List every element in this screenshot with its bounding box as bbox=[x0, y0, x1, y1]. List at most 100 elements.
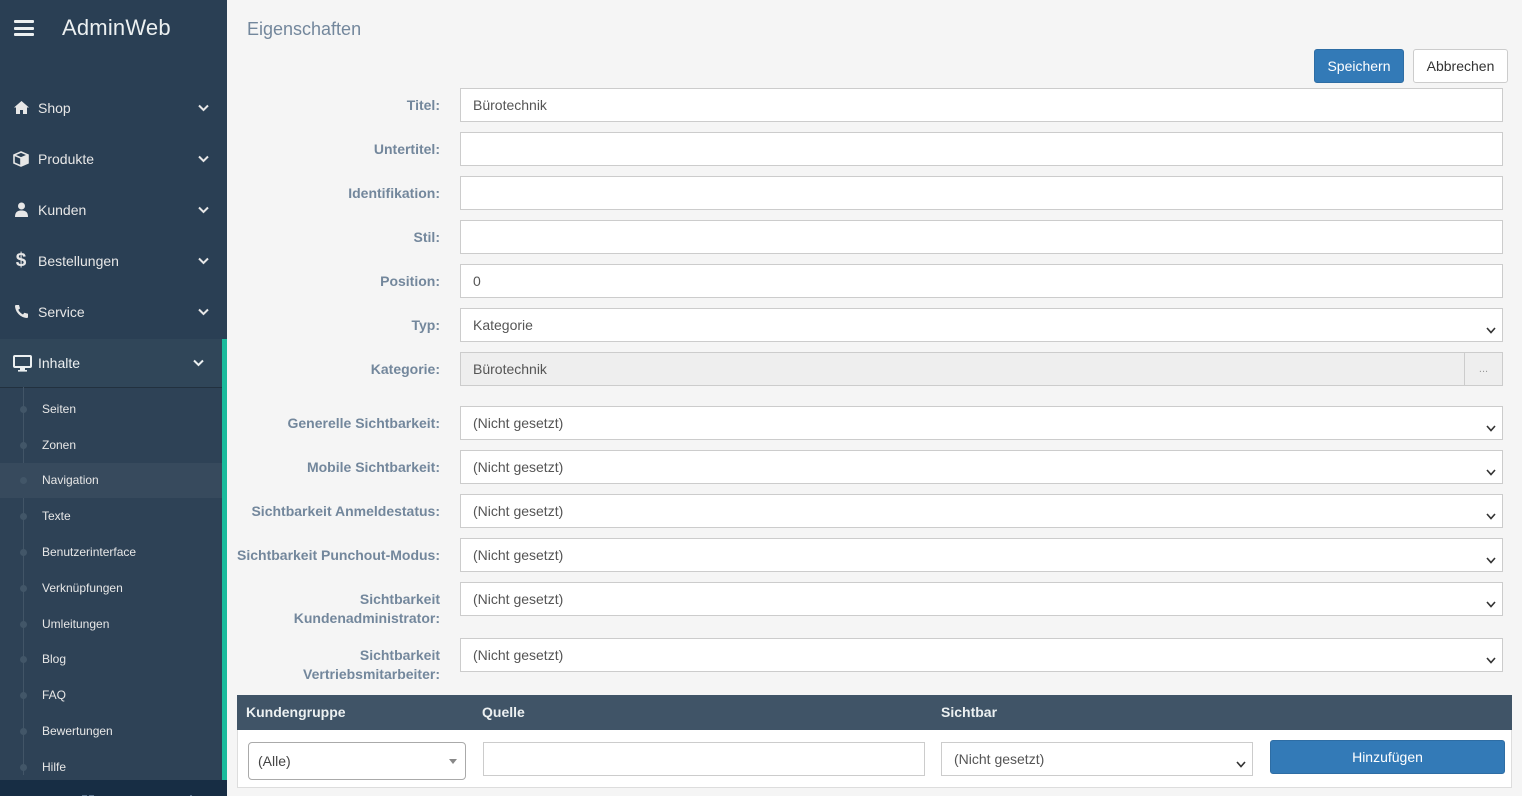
submenu-inhalte: Seiten Zonen Navigation Texte Benutzerin… bbox=[0, 387, 222, 785]
kundenadmin-label: Sichtbarkeit Kundenadministrator: bbox=[294, 590, 440, 628]
chevron-down-icon bbox=[1486, 419, 1496, 435]
app-title: AdminWeb bbox=[62, 15, 171, 40]
kundengruppe-value: (Alle) bbox=[258, 753, 291, 769]
kategorie-input: Bürotechnik bbox=[460, 352, 1465, 386]
sidebar-item-kunden[interactable]: Kunden bbox=[0, 184, 227, 235]
identifikation-input[interactable] bbox=[460, 176, 1503, 210]
kundenadmin-label-line2: Kundenadministrator: bbox=[293, 610, 440, 626]
sidebar-subitem-zonen[interactable]: Zonen bbox=[0, 427, 222, 463]
quelle-input[interactable] bbox=[483, 742, 925, 776]
page-title: Eigenschaften bbox=[247, 19, 362, 39]
chevron-down-icon bbox=[197, 206, 209, 214]
sidebar-item-label: Service bbox=[38, 303, 85, 320]
chevron-down-icon bbox=[1486, 651, 1496, 667]
chevron-down-icon bbox=[1236, 755, 1246, 771]
sidebar-item-label: Inhalte bbox=[38, 355, 81, 371]
hamburger-menu-icon[interactable] bbox=[14, 20, 34, 36]
mobile-sichtbarkeit-label: Mobile Sichtbarkeit: bbox=[306, 459, 440, 475]
sidebar-item-shop[interactable]: Shop bbox=[0, 82, 227, 133]
sidebar-item-bestellungen[interactable]: $ Bestellungen bbox=[0, 235, 227, 286]
position-value: 0 bbox=[473, 273, 481, 289]
titel-label: Titel: bbox=[406, 97, 440, 113]
untertitel-input[interactable] bbox=[460, 132, 1503, 166]
punchout-value: (Nicht gesetzt) bbox=[473, 547, 564, 563]
sidebar-subitem-verknuepfungen[interactable]: Verknüpfungen bbox=[0, 570, 222, 606]
sidebar-menu: Shop Produkte Kunden $ Bestellungen Serv… bbox=[0, 82, 227, 337]
chevron-down-icon bbox=[1486, 595, 1496, 611]
phone-icon bbox=[12, 303, 30, 321]
typ-label: Typ: bbox=[411, 317, 440, 333]
vertrieb-label-line1: Sichtbarkeit bbox=[359, 647, 440, 663]
chevron-down-icon bbox=[197, 155, 209, 163]
identifikation-label: Identifikation: bbox=[348, 185, 440, 201]
dollar-icon: $ bbox=[15, 249, 27, 271]
generelle-sichtbarkeit-select[interactable]: (Nicht gesetzt) bbox=[460, 406, 1503, 440]
power-icon[interactable] bbox=[184, 788, 198, 796]
anmeldestatus-label: Sichtbarkeit Anmeldestatus: bbox=[251, 503, 440, 519]
sidebar-item-inhalte[interactable]: Inhalte bbox=[0, 339, 222, 387]
vertrieb-label: Sichtbarkeit Vertriebsmitarbeiter: bbox=[303, 646, 440, 684]
position-input[interactable]: 0 bbox=[460, 264, 1503, 298]
cube-icon bbox=[12, 150, 30, 168]
sichtbar-select[interactable]: (Nicht gesetzt) bbox=[941, 742, 1253, 776]
column-header-kundengruppe: Kundengruppe bbox=[246, 704, 346, 720]
sidebar: AdminWeb Shop Produkte Kunden $ Bestellu… bbox=[0, 0, 227, 796]
column-header-sichtbar: Sichtbar bbox=[941, 704, 998, 720]
titel-value: Bürotechnik bbox=[473, 97, 547, 113]
visibility-table-header: Kundengruppe Quelle Sichtbar bbox=[237, 695, 1512, 730]
home-icon bbox=[12, 99, 30, 117]
sidebar-subitem-umleitungen[interactable]: Umleitungen bbox=[0, 606, 222, 642]
sidebar-item-produkte[interactable]: Produkte bbox=[0, 133, 227, 184]
sidebar-subitem-navigation[interactable]: Navigation bbox=[0, 462, 222, 499]
kundengruppe-select[interactable]: (Alle) bbox=[248, 742, 466, 780]
table-row: (Alle) (Nicht gesetzt) Hinzufügen bbox=[237, 730, 1512, 788]
expand-icon[interactable] bbox=[81, 788, 95, 796]
sidebar-item-label: Kunden bbox=[38, 201, 87, 218]
sidebar-subitem-texte[interactable]: Texte bbox=[0, 498, 222, 534]
typ-select[interactable]: Kategorie bbox=[460, 308, 1503, 342]
user-icon bbox=[12, 201, 30, 219]
generelle-sichtbarkeit-label: Generelle Sichtbarkeit: bbox=[287, 415, 440, 431]
anmeldestatus-select[interactable]: (Nicht gesetzt) bbox=[460, 494, 1503, 528]
untertitel-label: Untertitel: bbox=[373, 141, 440, 157]
sidebar-subitem-faq[interactable]: FAQ bbox=[0, 677, 222, 713]
kategorie-label: Kategorie: bbox=[370, 361, 440, 377]
mobile-sichtbarkeit-value: (Nicht gesetzt) bbox=[473, 459, 564, 475]
titel-input[interactable]: Bürotechnik bbox=[460, 88, 1503, 122]
typ-value: Kategorie bbox=[473, 317, 533, 333]
monitor-icon bbox=[12, 354, 32, 372]
sidebar-subitem-benutzerinterface[interactable]: Benutzerinterface bbox=[0, 534, 222, 570]
sidebar-item-label: Bestellungen bbox=[38, 252, 119, 269]
punchout-label: Sichtbarkeit Punchout-Modus: bbox=[237, 547, 440, 563]
kategorie-value: Bürotechnik bbox=[473, 361, 547, 377]
generelle-sichtbarkeit-value: (Nicht gesetzt) bbox=[473, 415, 564, 431]
save-button[interactable]: Speichern bbox=[1314, 49, 1404, 83]
vertrieb-select[interactable]: (Nicht gesetzt) bbox=[460, 638, 1503, 672]
stil-input[interactable] bbox=[460, 220, 1503, 254]
chevron-down-icon bbox=[197, 257, 209, 265]
column-header-quelle: Quelle bbox=[482, 704, 525, 720]
chevron-down-icon bbox=[1486, 507, 1496, 523]
sidebar-subitem-bewertungen[interactable]: Bewertungen bbox=[0, 713, 222, 749]
sidebar-subitem-blog[interactable]: Blog bbox=[0, 642, 222, 678]
chevron-down-icon bbox=[193, 359, 204, 367]
chevron-down-icon bbox=[1486, 551, 1496, 567]
sichtbar-value: (Nicht gesetzt) bbox=[954, 751, 1045, 767]
kundenadmin-select[interactable]: (Nicht gesetzt) bbox=[460, 582, 1503, 616]
sidebar-item-label: Shop bbox=[38, 99, 71, 116]
gear-icon[interactable] bbox=[29, 788, 43, 796]
sidebar-subitem-seiten[interactable]: Seiten bbox=[0, 391, 222, 427]
chevron-down-icon bbox=[1486, 463, 1496, 479]
mobile-sichtbarkeit-select[interactable]: (Nicht gesetzt) bbox=[460, 450, 1503, 484]
eye-slash-icon[interactable] bbox=[132, 788, 146, 796]
sidebar-group-inhalte: Inhalte Seiten Zonen Navigation Texte Be… bbox=[0, 339, 227, 780]
sidebar-item-service[interactable]: Service bbox=[0, 286, 227, 337]
kundenadmin-value: (Nicht gesetzt) bbox=[473, 591, 564, 607]
kategorie-browse-button[interactable]: ... bbox=[1464, 352, 1503, 386]
punchout-select[interactable]: (Nicht gesetzt) bbox=[460, 538, 1503, 572]
brand: AdminWeb bbox=[0, 0, 227, 56]
cancel-button[interactable]: Abbrechen bbox=[1413, 49, 1508, 83]
add-button[interactable]: Hinzufügen bbox=[1270, 740, 1505, 774]
chevron-down-icon bbox=[197, 308, 209, 316]
caret-down-icon bbox=[449, 759, 457, 764]
